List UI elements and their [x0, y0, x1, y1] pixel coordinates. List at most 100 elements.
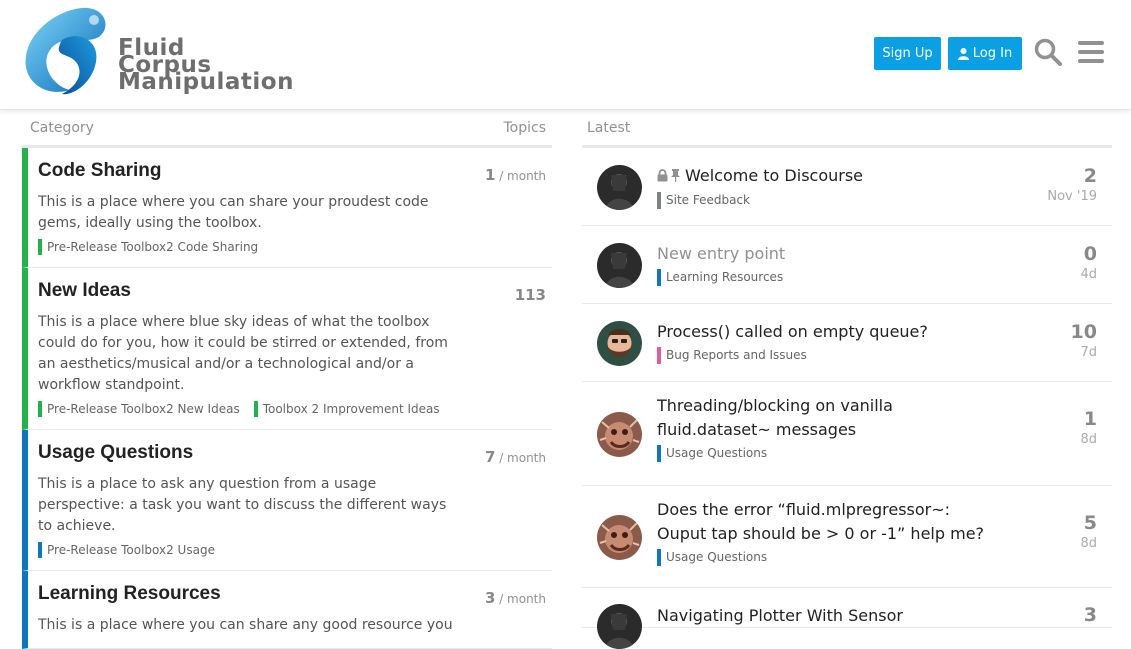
subcategory-link[interactable]: Pre-Release Toolbox2 New Ideas [38, 401, 240, 417]
topic-stats: 5 8d [1080, 512, 1097, 554]
category-row[interactable]: Learning Resources This is a place where … [22, 571, 552, 649]
reply-count[interactable]: 1 [1080, 408, 1097, 430]
reply-count[interactable]: 2 [1047, 165, 1097, 187]
topic-title[interactable]: Does the error “fluid.mlpregressor~: Oup… [657, 498, 997, 546]
activity-age[interactable]: 7d [1071, 343, 1097, 363]
log-in-button[interactable]: Log In [948, 37, 1022, 70]
topic-main: Does the error “fluid.mlpregressor~: Oup… [657, 498, 997, 566]
category-description: This is a place where you can share any … [38, 617, 453, 633]
activity-age[interactable]: 8d [1080, 430, 1097, 450]
pin-icon [670, 165, 681, 189]
category-description: This is a place where blue sky ideas of … [38, 314, 448, 393]
subcategory-list: Pre-Release Toolbox2 Code Sharing [38, 239, 546, 255]
topic-title-text: Process() called on empty queue? [657, 322, 928, 341]
topics-column-heading[interactable]: Topics [503, 120, 546, 136]
topic-row[interactable]: Navigating Plotter With Sensor 3 [582, 588, 1112, 649]
avatar[interactable] [597, 243, 642, 288]
subcategory-list: Pre-Release Toolbox2 New Ideas Toolbox 2 … [38, 401, 546, 417]
category-title[interactable]: Usage Questions [38, 442, 546, 464]
activity-age[interactable]: 4d [1080, 265, 1097, 285]
topic-category-badge[interactable]: Usage Questions [657, 549, 767, 566]
topic-main: Navigating Plotter With Sensor [657, 604, 997, 628]
topic-status-icons [657, 165, 681, 189]
logo-line-3: Manipulation [118, 69, 294, 95]
activity-age[interactable]: 8d [1080, 534, 1097, 554]
reply-count[interactable]: 10 [1071, 321, 1097, 343]
topic-list: Welcome to Discourse Site Feedback 2 Nov '1… [582, 148, 1112, 649]
topic-count-period: / month [495, 592, 546, 606]
topic-row[interactable]: Threading/blocking on vanilla fluid.data… [582, 382, 1112, 486]
topic-category-badge[interactable]: Site Feedback [657, 192, 750, 209]
categories-column: Category Topics Code Sharing This is a pl… [22, 110, 552, 649]
category-title[interactable]: New Ideas [38, 280, 546, 302]
topic-title-text: New entry point [657, 244, 786, 263]
reply-count[interactable]: 3 [1084, 604, 1097, 626]
category-description: This is a place to ask any question from… [38, 476, 447, 534]
topic-row[interactable]: Does the error “fluid.mlpregressor~: Oup… [582, 486, 1112, 588]
topic-title[interactable]: Navigating Plotter With Sensor [657, 604, 997, 628]
avatar[interactable] [597, 165, 642, 210]
latest-column-heading[interactable]: Latest [587, 120, 630, 136]
activity-age[interactable]: Nov '19 [1047, 187, 1097, 207]
topic-row[interactable]: Process() called on empty queue? Bug Repo… [582, 304, 1112, 382]
topic-title[interactable]: New entry point [657, 242, 997, 266]
topic-count-value: 113 [514, 286, 546, 304]
hamburger-menu-icon[interactable] [1078, 40, 1104, 64]
category-column-heading[interactable]: Category [30, 120, 94, 136]
topic-count-value: 7 [484, 448, 496, 466]
category-topic-count: 1 / month [485, 166, 546, 184]
avatar[interactable] [597, 321, 642, 366]
category-title[interactable]: Learning Resources [38, 583, 546, 605]
topic-stats: 0 4d [1080, 243, 1097, 285]
topic-title-text: Threading/blocking on vanilla fluid.data… [657, 396, 893, 439]
topic-title-text: Does the error “fluid.mlpregressor~: Oup… [657, 500, 985, 543]
topic-count-value: 1 [484, 166, 496, 184]
category-row[interactable]: New Ideas This is a place where blue sky … [22, 268, 552, 430]
subcategory-list: Pre-Release Toolbox2 Usage [38, 542, 546, 558]
category-topic-count: 7 / month [485, 448, 546, 466]
category-topic-count: 113 [515, 286, 546, 304]
topic-title-text: Welcome to Discourse [685, 166, 864, 185]
topic-main: Process() called on empty queue? Bug Repo… [657, 320, 997, 364]
reply-count[interactable]: 5 [1080, 512, 1097, 534]
topic-stats: 10 7d [1071, 321, 1097, 363]
category-list: Code Sharing This is a place where you ca… [22, 148, 552, 649]
topic-category-badge[interactable]: Bug Reports and Issues [657, 347, 807, 364]
avatar[interactable] [597, 604, 642, 649]
avatar[interactable] [597, 515, 642, 560]
topic-count-period: / month [495, 169, 546, 183]
topic-count-value: 3 [484, 589, 496, 607]
topic-title-text: Navigating Plotter With Sensor [657, 606, 903, 625]
avatar[interactable] [597, 412, 642, 457]
categories-table-header: Category Topics [22, 110, 552, 148]
site-header: Fluid Corpus Manipulation Sign Up Log In [0, 0, 1131, 110]
logo-wordmark: Fluid Corpus Manipulation [118, 37, 294, 95]
search-icon[interactable] [1034, 38, 1062, 66]
latest-column: Latest Welcome to Discourse Site Feedback… [582, 110, 1112, 649]
subcategory-link[interactable]: Pre-Release Toolbox2 Usage [38, 542, 215, 558]
topic-title[interactable]: Threading/blocking on vanilla fluid.data… [657, 394, 997, 442]
category-topic-count: 3 / month [485, 589, 546, 607]
topic-category-badge[interactable]: Usage Questions [657, 445, 767, 462]
category-row[interactable]: Usage Questions This is a place to ask an… [22, 430, 552, 571]
site-logo[interactable]: Fluid Corpus Manipulation [22, 6, 293, 98]
topic-stats: 1 8d [1080, 408, 1097, 450]
topic-stats: 3 [1084, 604, 1097, 626]
topic-title[interactable]: Process() called on empty queue? [657, 320, 997, 344]
sign-up-label: Sign Up [882, 46, 933, 61]
category-row[interactable]: Code Sharing This is a place where you ca… [22, 148, 552, 268]
latest-table-header: Latest [582, 110, 1112, 148]
topic-count-period: / month [495, 451, 546, 465]
subcategory-link[interactable]: Pre-Release Toolbox2 Code Sharing [38, 239, 258, 255]
log-in-label: Log In [972, 46, 1013, 61]
subcategory-link[interactable]: Toolbox 2 Improvement Ideas [253, 401, 440, 417]
topic-main: Threading/blocking on vanilla fluid.data… [657, 394, 997, 462]
topic-category-badge[interactable]: Learning Resources [657, 269, 783, 286]
reply-count[interactable]: 0 [1080, 243, 1097, 265]
topic-title[interactable]: Welcome to Discourse [657, 164, 997, 189]
topic-main: Welcome to Discourse Site Feedback [657, 164, 997, 209]
topic-row[interactable]: New entry point Learning Resources 0 4d [582, 226, 1112, 304]
category-title[interactable]: Code Sharing [38, 160, 546, 182]
topic-row[interactable]: Welcome to Discourse Site Feedback 2 Nov '1… [582, 148, 1112, 226]
sign-up-button[interactable]: Sign Up [874, 37, 941, 70]
